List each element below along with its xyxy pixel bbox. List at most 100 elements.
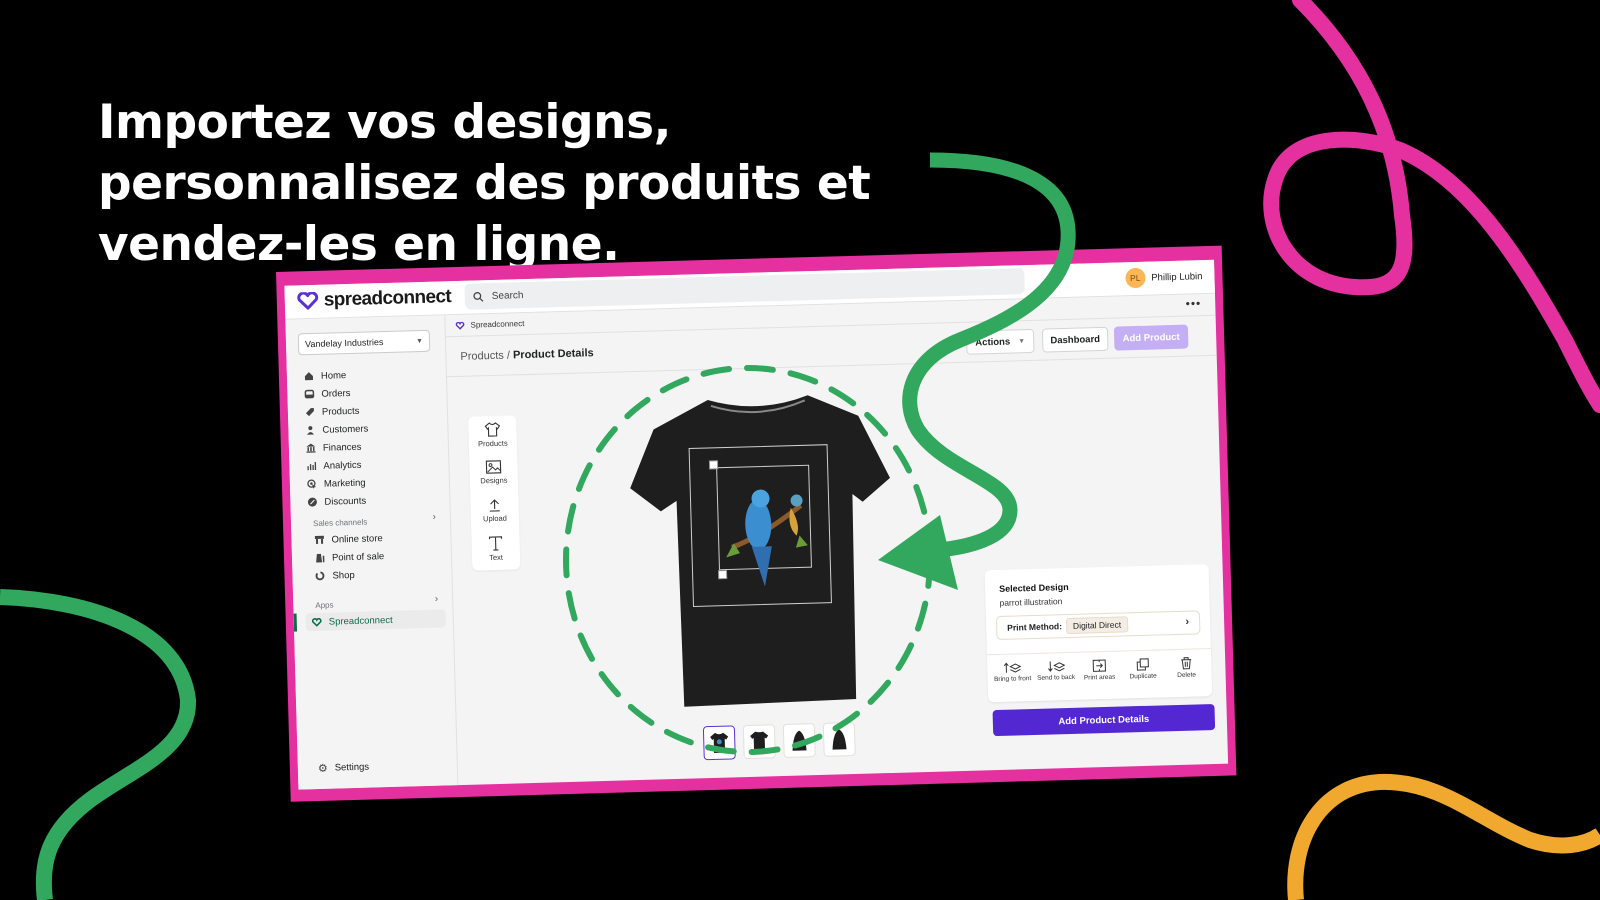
sidebar-item-settings[interactable]: ⚙ Settings xyxy=(318,761,370,775)
thumbnail-left-sleeve[interactable] xyxy=(782,723,816,759)
sidebar-item-point-of-sale[interactable]: Point of sale xyxy=(314,547,385,567)
sales-channels-list: Online store Point of sale Shop xyxy=(313,529,385,585)
send-to-back-button[interactable]: Send to back xyxy=(1035,660,1078,684)
add-product-details-button[interactable]: Add Product Details xyxy=(992,703,1216,737)
divider xyxy=(986,648,1211,656)
selected-design-panel: Selected Design parrot illustration Prin… xyxy=(984,564,1213,703)
search-icon xyxy=(473,291,484,302)
tool-products[interactable]: Products xyxy=(468,421,517,448)
sidebar-item-label: Spreadconnect xyxy=(328,614,393,628)
sidebar-item-customers[interactable]: Customers xyxy=(304,419,368,439)
delete-button[interactable]: Delete xyxy=(1165,656,1208,680)
bring-to-front-button[interactable]: Bring to front xyxy=(991,661,1034,685)
target-icon xyxy=(306,478,317,489)
action-label: Duplicate xyxy=(1129,672,1157,681)
breadcrumb-separator: / xyxy=(503,349,514,362)
user-name: Phillip Lubin xyxy=(1151,270,1203,284)
brand-logo[interactable]: spreadconnect xyxy=(297,286,452,312)
thumbnail-back[interactable] xyxy=(742,724,776,760)
chevron-down-icon: ▼ xyxy=(1018,337,1026,345)
chevron-down-icon: ▼ xyxy=(415,337,424,345)
app-window: spreadconnect Search PL Phillip Lubin ••… xyxy=(284,259,1229,790)
sidebar-item-shop[interactable]: Shop xyxy=(314,565,385,585)
duplicate-button[interactable]: Duplicate xyxy=(1122,657,1165,681)
tool-label: Text xyxy=(489,552,504,563)
trash-icon xyxy=(1181,657,1192,670)
sidebar-item-label: Finances xyxy=(322,441,362,454)
tshirt-icon xyxy=(484,422,501,437)
sidebar-item-orders[interactable]: Orders xyxy=(303,384,367,404)
page-title: Product Details xyxy=(512,347,594,362)
actions-label: Actions xyxy=(975,336,1011,348)
headline-line-1: Importez vos designs, xyxy=(98,95,671,150)
tool-label: Designs xyxy=(480,475,508,486)
print-method-label: Print Method: xyxy=(1007,621,1063,633)
sidebar-item-products[interactable]: Products xyxy=(304,401,368,421)
sidebar-item-spreadconnect[interactable]: Spreadconnect xyxy=(305,609,446,632)
actions-dropdown[interactable]: Actions ▼ xyxy=(965,328,1035,355)
home-icon xyxy=(303,370,314,381)
thumbnail-right-sleeve[interactable] xyxy=(822,722,856,757)
product-canvas[interactable] xyxy=(597,382,926,721)
tool-label: Products xyxy=(477,438,508,449)
view-thumbnails xyxy=(702,722,856,761)
sidebar-item-home[interactable]: Home xyxy=(303,366,367,386)
store-selector[interactable]: Vandelay Industries ▼ xyxy=(297,329,431,356)
print-areas-icon xyxy=(1092,659,1106,672)
sidebar-item-label: Settings xyxy=(334,761,370,774)
upload-icon xyxy=(489,499,500,512)
tool-designs[interactable]: Designs xyxy=(469,459,518,485)
shop-icon xyxy=(314,570,325,581)
design-tools-rail: Products Designs Upload Text xyxy=(468,415,521,571)
print-method-selector[interactable]: Print Method: Digital Direct › xyxy=(995,610,1201,641)
pink-swoosh xyxy=(1263,0,1600,413)
store-icon xyxy=(313,534,324,545)
resize-handle-icon[interactable] xyxy=(708,460,719,470)
dashboard-button[interactable]: Dashboard xyxy=(1041,326,1109,353)
sidebar-item-analytics[interactable]: Analytics xyxy=(305,455,369,475)
orders-icon xyxy=(303,388,314,399)
sidebar-item-label: Orders xyxy=(321,387,351,400)
chevron-right-icon[interactable]: › xyxy=(435,594,439,605)
thumbnail-front[interactable] xyxy=(702,725,736,761)
user-menu[interactable]: PL Phillip Lubin xyxy=(1124,266,1203,289)
sidebar-nav: Home Orders Products Customers Finances xyxy=(303,366,371,512)
image-icon xyxy=(485,460,502,474)
sidebar-item-label: Home xyxy=(320,369,347,382)
print-areas-button[interactable]: Print areas xyxy=(1078,659,1121,683)
chevron-right-icon: › xyxy=(1185,615,1190,628)
tag-icon xyxy=(304,406,315,417)
print-method-value: Digital Direct xyxy=(1065,616,1129,635)
orange-swoosh xyxy=(1287,773,1600,900)
sidebar-item-online-store[interactable]: Online store xyxy=(313,529,384,549)
action-label: Bring to front xyxy=(993,675,1032,684)
sidebar-item-label: Products xyxy=(321,405,360,418)
bring-front-icon xyxy=(1003,662,1022,673)
sidebar-item-finances[interactable]: Finances xyxy=(305,437,369,457)
gear-icon: ⚙ xyxy=(317,762,328,776)
sidebar: Vandelay Industries ▼ Home Orders Produc… xyxy=(285,315,459,790)
trash-handle-icon[interactable] xyxy=(718,570,728,580)
bank-icon xyxy=(305,442,316,453)
sidebar-item-discounts[interactable]: Discounts xyxy=(306,491,370,511)
sidebar-item-label: Point of sale xyxy=(331,550,385,564)
add-product-button[interactable]: Add Product xyxy=(1113,324,1189,351)
sidebar-item-label: Customers xyxy=(322,422,369,436)
sidebar-item-label: Marketing xyxy=(323,477,366,490)
heart-logo-icon xyxy=(297,291,319,310)
sales-channels-heading: Sales channels xyxy=(312,517,368,529)
pos-icon xyxy=(314,552,325,563)
tool-upload[interactable]: Upload xyxy=(470,497,519,523)
tshirt-back-icon xyxy=(750,731,769,752)
send-back-icon xyxy=(1047,661,1065,672)
tool-text[interactable]: Text xyxy=(471,535,520,562)
sidebar-item-marketing[interactable]: Marketing xyxy=(306,473,370,493)
discount-icon xyxy=(306,496,317,507)
main-content: Spreadconnect Products / Product Details… xyxy=(445,293,1228,785)
design-actions: Bring to front Send to back Print areas … xyxy=(991,656,1208,685)
headline: Importez vos designs, personnalisez des … xyxy=(98,92,871,275)
breadcrumb-parent[interactable]: Products xyxy=(460,350,504,363)
sidebar-item-label: Shop xyxy=(332,569,355,582)
breadcrumb: Products / Product Details xyxy=(460,347,594,363)
chevron-right-icon[interactable]: › xyxy=(432,512,436,523)
